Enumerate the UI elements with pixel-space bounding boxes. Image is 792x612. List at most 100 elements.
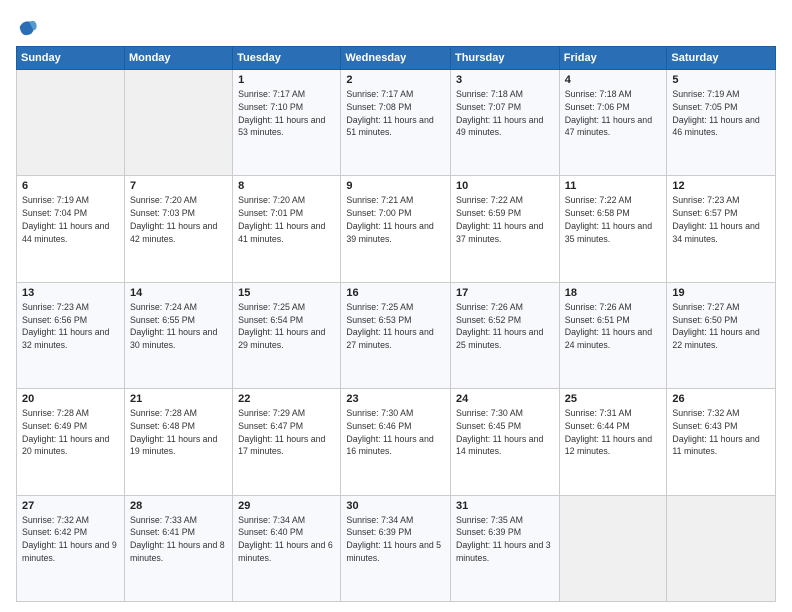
day-number: 16: [346, 287, 445, 299]
header-thursday: Thursday: [450, 47, 559, 70]
day-info: Sunrise: 7:22 AMSunset: 6:58 PMDaylight:…: [565, 194, 662, 245]
day-info: Sunrise: 7:20 AMSunset: 7:01 PMDaylight:…: [238, 194, 335, 245]
day-cell: 7 Sunrise: 7:20 AMSunset: 7:03 PMDaylight…: [124, 176, 232, 282]
day-cell: 4 Sunrise: 7:18 AMSunset: 7:06 PMDaylight…: [559, 70, 667, 176]
day-info: Sunrise: 7:19 AMSunset: 7:05 PMDaylight:…: [672, 88, 770, 139]
day-cell: 13 Sunrise: 7:23 AMSunset: 6:56 PMDayligh…: [17, 282, 125, 388]
day-info: Sunrise: 7:33 AMSunset: 6:41 PMDaylight:…: [130, 514, 227, 565]
day-info: Sunrise: 7:23 AMSunset: 6:57 PMDaylight:…: [672, 194, 770, 245]
day-cell: 23 Sunrise: 7:30 AMSunset: 6:46 PMDayligh…: [341, 389, 451, 495]
day-cell: [667, 495, 776, 601]
day-info: Sunrise: 7:18 AMSunset: 7:06 PMDaylight:…: [565, 88, 662, 139]
day-number: 9: [346, 180, 445, 192]
day-cell: 21 Sunrise: 7:28 AMSunset: 6:48 PMDayligh…: [124, 389, 232, 495]
day-cell: 12 Sunrise: 7:23 AMSunset: 6:57 PMDayligh…: [667, 176, 776, 282]
day-cell: 31 Sunrise: 7:35 AMSunset: 6:39 PMDayligh…: [450, 495, 559, 601]
day-cell: 24 Sunrise: 7:30 AMSunset: 6:45 PMDayligh…: [450, 389, 559, 495]
day-number: 28: [130, 500, 227, 512]
day-number: 6: [22, 180, 119, 192]
day-number: 31: [456, 500, 554, 512]
day-info: Sunrise: 7:25 AMSunset: 6:54 PMDaylight:…: [238, 301, 335, 352]
day-info: Sunrise: 7:34 AMSunset: 6:39 PMDaylight:…: [346, 514, 445, 565]
day-info: Sunrise: 7:18 AMSunset: 7:07 PMDaylight:…: [456, 88, 554, 139]
day-cell: 15 Sunrise: 7:25 AMSunset: 6:54 PMDayligh…: [233, 282, 341, 388]
day-cell: [17, 70, 125, 176]
day-number: 27: [22, 500, 119, 512]
day-number: 30: [346, 500, 445, 512]
day-number: 5: [672, 74, 770, 86]
day-cell: 3 Sunrise: 7:18 AMSunset: 7:07 PMDaylight…: [450, 70, 559, 176]
day-info: Sunrise: 7:27 AMSunset: 6:50 PMDaylight:…: [672, 301, 770, 352]
day-info: Sunrise: 7:30 AMSunset: 6:46 PMDaylight:…: [346, 407, 445, 458]
header-wednesday: Wednesday: [341, 47, 451, 70]
day-cell: 16 Sunrise: 7:25 AMSunset: 6:53 PMDayligh…: [341, 282, 451, 388]
day-number: 26: [672, 393, 770, 405]
day-number: 4: [565, 74, 662, 86]
day-info: Sunrise: 7:24 AMSunset: 6:55 PMDaylight:…: [130, 301, 227, 352]
day-number: 12: [672, 180, 770, 192]
day-cell: 2 Sunrise: 7:17 AMSunset: 7:08 PMDaylight…: [341, 70, 451, 176]
day-info: Sunrise: 7:28 AMSunset: 6:49 PMDaylight:…: [22, 407, 119, 458]
week-row-4: 20 Sunrise: 7:28 AMSunset: 6:49 PMDayligh…: [17, 389, 776, 495]
day-cell: 9 Sunrise: 7:21 AMSunset: 7:00 PMDaylight…: [341, 176, 451, 282]
day-number: 13: [22, 287, 119, 299]
day-number: 19: [672, 287, 770, 299]
day-cell: 20 Sunrise: 7:28 AMSunset: 6:49 PMDayligh…: [17, 389, 125, 495]
header-sunday: Sunday: [17, 47, 125, 70]
day-info: Sunrise: 7:23 AMSunset: 6:56 PMDaylight:…: [22, 301, 119, 352]
day-info: Sunrise: 7:28 AMSunset: 6:48 PMDaylight:…: [130, 407, 227, 458]
day-cell: 11 Sunrise: 7:22 AMSunset: 6:58 PMDayligh…: [559, 176, 667, 282]
day-cell: 14 Sunrise: 7:24 AMSunset: 6:55 PMDayligh…: [124, 282, 232, 388]
day-cell: 10Sunrise: 7:22 AMSunset: 6:59 PMDayligh…: [450, 176, 559, 282]
day-number: 1: [238, 74, 335, 86]
day-cell: 25Sunrise: 7:31 AMSunset: 6:44 PMDayligh…: [559, 389, 667, 495]
day-info: Sunrise: 7:32 AMSunset: 6:42 PMDaylight:…: [22, 514, 119, 565]
day-info: Sunrise: 7:25 AMSunset: 6:53 PMDaylight:…: [346, 301, 445, 352]
day-cell: 28 Sunrise: 7:33 AMSunset: 6:41 PMDayligh…: [124, 495, 232, 601]
day-number: 8: [238, 180, 335, 192]
day-info: Sunrise: 7:17 AMSunset: 7:08 PMDaylight:…: [346, 88, 445, 139]
week-row-1: 1Sunrise: 7:17 AMSunset: 7:10 PMDaylight…: [17, 70, 776, 176]
calendar-table: SundayMondayTuesdayWednesdayThursdayFrid…: [16, 46, 776, 602]
day-cell: [124, 70, 232, 176]
day-info: Sunrise: 7:30 AMSunset: 6:45 PMDaylight:…: [456, 407, 554, 458]
day-number: 10: [456, 180, 554, 192]
day-cell: 30 Sunrise: 7:34 AMSunset: 6:39 PMDayligh…: [341, 495, 451, 601]
day-cell: 1Sunrise: 7:17 AMSunset: 7:10 PMDaylight…: [233, 70, 341, 176]
day-number: 11: [565, 180, 662, 192]
day-number: 18: [565, 287, 662, 299]
day-info: Sunrise: 7:34 AMSunset: 6:40 PMDaylight:…: [238, 514, 335, 565]
day-number: 15: [238, 287, 335, 299]
day-number: 24: [456, 393, 554, 405]
day-cell: 19 Sunrise: 7:27 AMSunset: 6:50 PMDayligh…: [667, 282, 776, 388]
day-info: Sunrise: 7:29 AMSunset: 6:47 PMDaylight:…: [238, 407, 335, 458]
header-friday: Friday: [559, 47, 667, 70]
day-number: 29: [238, 500, 335, 512]
header-monday: Monday: [124, 47, 232, 70]
day-number: 21: [130, 393, 227, 405]
day-number: 22: [238, 393, 335, 405]
day-number: 7: [130, 180, 227, 192]
day-number: 23: [346, 393, 445, 405]
header-saturday: Saturday: [667, 47, 776, 70]
day-info: Sunrise: 7:35 AMSunset: 6:39 PMDaylight:…: [456, 514, 554, 565]
day-cell: [559, 495, 667, 601]
day-number: 25: [565, 393, 662, 405]
week-row-5: 27 Sunrise: 7:32 AMSunset: 6:42 PMDayligh…: [17, 495, 776, 601]
week-row-3: 13 Sunrise: 7:23 AMSunset: 6:56 PMDayligh…: [17, 282, 776, 388]
header-tuesday: Tuesday: [233, 47, 341, 70]
day-number: 2: [346, 74, 445, 86]
page: SundayMondayTuesdayWednesdayThursdayFrid…: [0, 0, 792, 612]
day-cell: 8 Sunrise: 7:20 AMSunset: 7:01 PMDaylight…: [233, 176, 341, 282]
day-cell: 27 Sunrise: 7:32 AMSunset: 6:42 PMDayligh…: [17, 495, 125, 601]
day-number: 20: [22, 393, 119, 405]
day-info: Sunrise: 7:26 AMSunset: 6:52 PMDaylight:…: [456, 301, 554, 352]
day-info: Sunrise: 7:21 AMSunset: 7:00 PMDaylight:…: [346, 194, 445, 245]
day-number: 14: [130, 287, 227, 299]
day-cell: 5 Sunrise: 7:19 AMSunset: 7:05 PMDaylight…: [667, 70, 776, 176]
day-cell: 29 Sunrise: 7:34 AMSunset: 6:40 PMDayligh…: [233, 495, 341, 601]
day-number: 3: [456, 74, 554, 86]
day-info: Sunrise: 7:20 AMSunset: 7:03 PMDaylight:…: [130, 194, 227, 245]
logo: [16, 16, 42, 38]
day-info: Sunrise: 7:32 AMSunset: 6:43 PMDaylight:…: [672, 407, 770, 458]
